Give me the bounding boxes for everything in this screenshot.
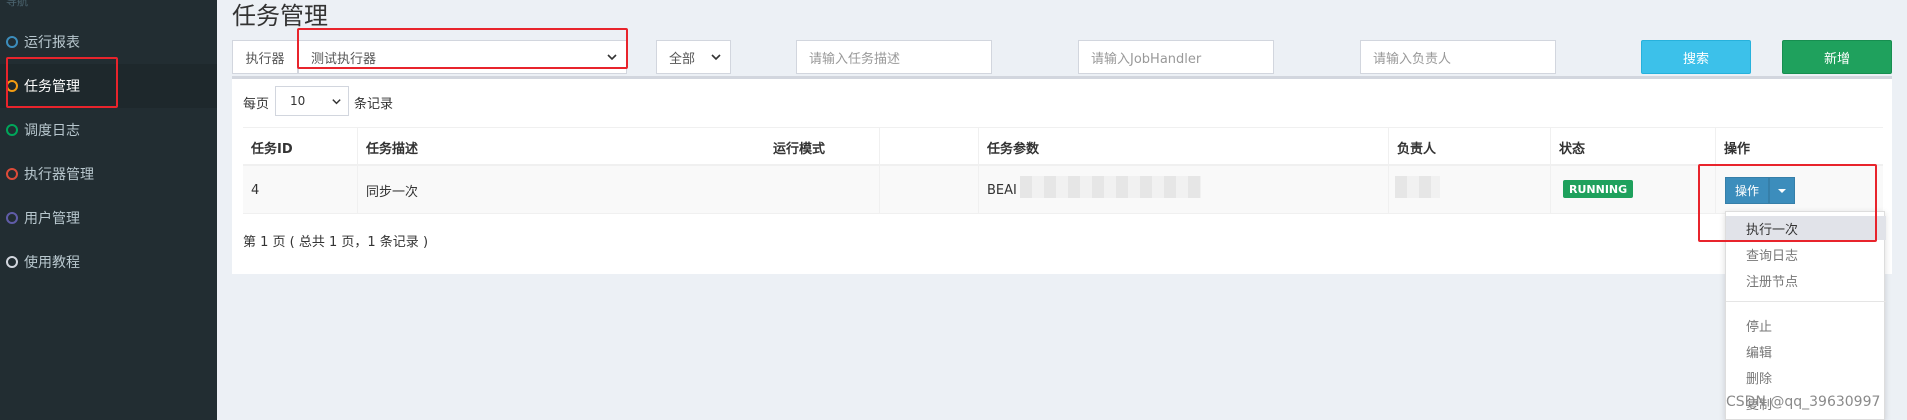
- column-header[interactable]: 任务ID: [243, 128, 358, 167]
- pagesize-prefix: 每页: [243, 97, 270, 112]
- redacted-author: [1395, 176, 1440, 198]
- column-header[interactable]: 运行模式: [765, 128, 979, 167]
- column-header[interactable]: 任务参数: [979, 128, 1389, 167]
- pagination-info: 第 1 页 ( 总共 1 页，1 条记录 ): [243, 235, 429, 250]
- operate-dropdown-toggle[interactable]: [1769, 177, 1795, 204]
- circle-icon: [6, 212, 18, 224]
- sidebar-item-label: 调度日志: [24, 123, 80, 139]
- executor-select[interactable]: 测试执行器: [298, 40, 627, 74]
- circle-icon: [6, 256, 18, 268]
- status-select-value: 全部: [669, 51, 696, 67]
- pagesize-select[interactable]: 10: [275, 86, 349, 116]
- sidebar-item-label: 任务管理: [24, 79, 80, 95]
- chevron-down-icon: [607, 54, 617, 61]
- search-button[interactable]: 搜索: [1641, 40, 1751, 74]
- table-header: 任务ID 任务描述 运行模式 任务参数 负责人 状态 操作: [243, 127, 1883, 167]
- sidebar-item-label: 运行报表: [24, 35, 80, 51]
- pagesize-suffix: 条记录: [354, 97, 394, 112]
- operate-dropdown-menu: 执行一次 查询日志 注册节点 停止 编辑 删除 复制: [1725, 211, 1886, 420]
- sidebar-item-users[interactable]: 用户管理: [0, 196, 217, 240]
- operate-button[interactable]: 操作: [1725, 177, 1769, 204]
- cell-job-param-text: BEAI: [987, 182, 1017, 198]
- sidebar-item-jobs[interactable]: 任务管理: [0, 64, 217, 108]
- sidebar: 导航 运行报表 任务管理 调度日志 执行器管理 用户管理 使用教程: [0, 0, 217, 420]
- sidebar-item-executors[interactable]: 执行器管理: [0, 152, 217, 196]
- circle-icon: [6, 124, 18, 136]
- job-desc-input[interactable]: 请输入任务描述: [796, 40, 992, 74]
- sidebar-header: 导航: [6, 0, 28, 8]
- menu-item-stop[interactable]: 停止: [1726, 313, 1886, 337]
- add-button[interactable]: 新增: [1782, 40, 1892, 74]
- sidebar-item-logs[interactable]: 调度日志: [0, 108, 217, 152]
- caret-down-icon: [1778, 188, 1786, 193]
- chevron-down-icon: [332, 99, 341, 105]
- menu-item-trigger[interactable]: 执行一次: [1726, 216, 1886, 240]
- sidebar-item-label: 执行器管理: [24, 167, 94, 183]
- cell-run-mode: [765, 166, 979, 214]
- page-title: 任务管理: [232, 2, 328, 30]
- watermark: CSDN @qq_39630997: [1726, 394, 1881, 410]
- circle-icon: [6, 80, 18, 92]
- menu-item-edit[interactable]: 编辑: [1726, 339, 1886, 363]
- status-select[interactable]: 全部: [656, 40, 731, 74]
- menu-item-registry[interactable]: 注册节点: [1726, 268, 1886, 292]
- sidebar-item-label: 使用教程: [24, 255, 80, 271]
- menu-divider: [1726, 301, 1886, 302]
- redacted-param: [1020, 176, 1201, 198]
- chevron-down-icon: [711, 54, 721, 61]
- sidebar-item-dashboard[interactable]: 运行报表: [0, 20, 217, 64]
- circle-icon: [6, 168, 18, 180]
- job-handler-input[interactable]: 请输入JobHandler: [1078, 40, 1274, 74]
- circle-icon: [6, 36, 18, 48]
- column-header[interactable]: 负责人: [1389, 128, 1551, 167]
- column-header[interactable]: 状态: [1551, 128, 1716, 167]
- executor-select-value: 测试执行器: [311, 51, 377, 67]
- sidebar-item-label: 用户管理: [24, 211, 80, 227]
- status-badge: RUNNING: [1563, 180, 1634, 198]
- menu-item-delete[interactable]: 删除: [1726, 365, 1886, 389]
- menu-item-log[interactable]: 查询日志: [1726, 242, 1886, 266]
- sidebar-item-help[interactable]: 使用教程: [0, 240, 217, 284]
- author-input[interactable]: 请输入负责人: [1360, 40, 1556, 74]
- cell-job-id: 4: [243, 166, 358, 214]
- pagesize-value: 10: [290, 94, 306, 108]
- column-header: 操作: [1724, 142, 1751, 157]
- executor-addon: 执行器: [232, 40, 298, 74]
